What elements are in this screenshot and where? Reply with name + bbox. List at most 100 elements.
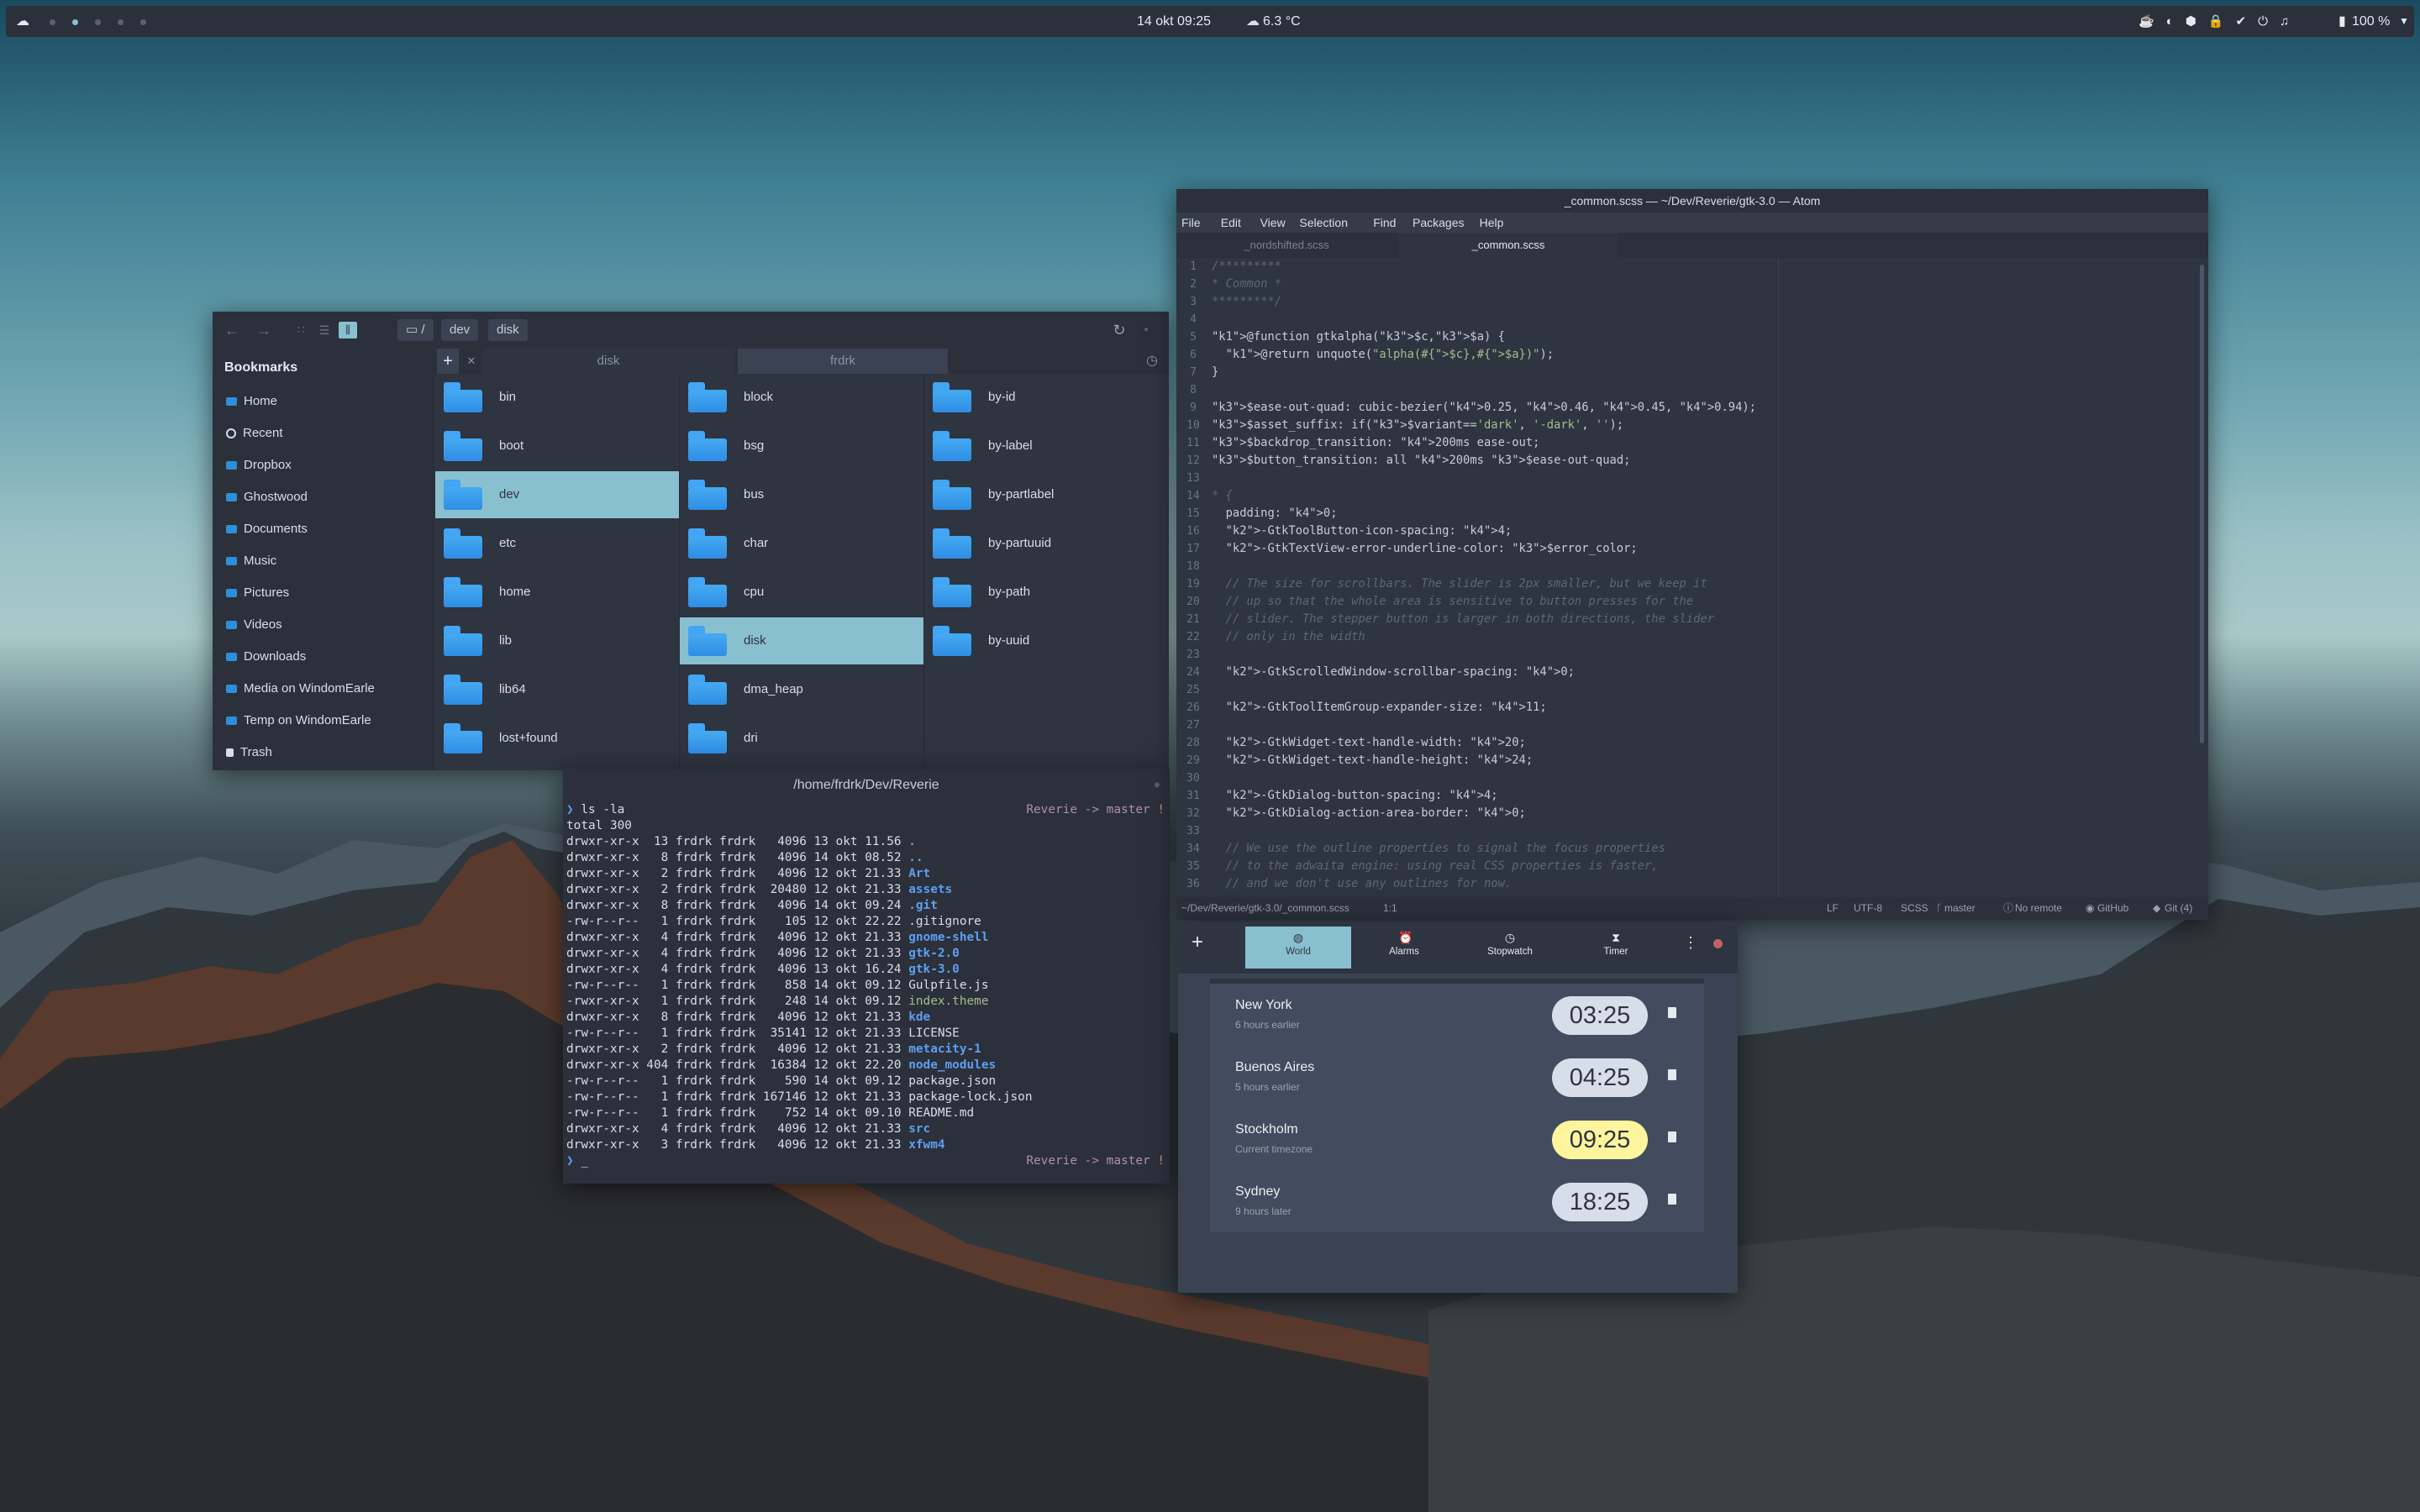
list-view-icon[interactable]: ☰	[315, 322, 334, 339]
trash-icon[interactable]	[1668, 1194, 1676, 1205]
world-clock-row[interactable]: Stockholm Current timezone 09:25	[1210, 1108, 1704, 1170]
line-number: 24	[1186, 666, 1200, 679]
tab-stopwatch[interactable]: ◷ Stopwatch	[1457, 927, 1563, 969]
close-tab-icon[interactable]: ✕	[460, 349, 482, 374]
close-icon[interactable]: ●	[1148, 777, 1166, 794]
breadcrumb-dev[interactable]: dev	[441, 319, 479, 341]
folder-item[interactable]: by-id	[924, 374, 1168, 421]
column-view-icon[interactable]: ⫼	[339, 322, 357, 339]
breadcrumb-root[interactable]: ▭ /	[397, 319, 434, 341]
status-github[interactable]: GitHub	[2097, 897, 2128, 920]
folder-item[interactable]: by-uuid	[924, 617, 1168, 664]
forward-icon[interactable]: →	[255, 322, 273, 339]
add-tab-icon[interactable]: +	[437, 349, 459, 374]
sidebar-item-documents[interactable]: Documents	[226, 520, 308, 538]
folder-item[interactable]: dri	[680, 715, 923, 762]
sidebar-item-pictures[interactable]: Pictures	[226, 584, 289, 602]
scrollbar[interactable]	[2200, 265, 2204, 743]
status-grammar[interactable]: SCSS	[1901, 897, 1928, 920]
tab-timer[interactable]: ⧗ Timer	[1563, 927, 1669, 969]
grid-view-icon[interactable]: ∷	[292, 322, 310, 339]
trash-icon[interactable]	[1668, 1007, 1676, 1018]
tab-frdrk[interactable]: frdrk	[738, 349, 948, 374]
refresh-icon[interactable]: ↻	[1110, 322, 1128, 339]
tab-nordshifted[interactable]: _nordshifted.scss	[1176, 233, 1397, 258]
sidebar-item-recent[interactable]: Recent	[226, 424, 283, 443]
tab-disk[interactable]: disk	[482, 349, 734, 374]
code-editor[interactable]: 1 /********* 2 * Common * 3 *********/ 4 5 "k1">…	[1176, 258, 2208, 897]
status-remote[interactable]: No remote	[2015, 897, 2062, 920]
sidebar-item-media[interactable]: Media on WindomEarle	[226, 680, 375, 698]
status-path[interactable]: ~/Dev/Reverie/gtk-3.0/_common.scss	[1181, 897, 1349, 920]
trash-icon[interactable]	[1668, 1131, 1676, 1142]
clock-date[interactable]: 14 okt 09:25	[1137, 6, 1211, 37]
line-number: 33	[1186, 825, 1200, 837]
folder-item[interactable]: dma_heap	[680, 666, 923, 713]
folder-item[interactable]: disk	[680, 617, 923, 664]
status-git[interactable]: Git (4)	[2165, 897, 2192, 920]
sidebar-item-videos[interactable]: Videos	[226, 616, 282, 634]
trash-icon[interactable]	[1668, 1069, 1676, 1080]
sidebar-item-home[interactable]: Home	[226, 392, 277, 411]
folder-item[interactable]: lib64	[435, 666, 679, 713]
terminal-line: -rw-r--r-- 1 frdrk frdrk 858 14 okt 09.1…	[566, 979, 989, 992]
folder-item[interactable]: cpu	[680, 569, 923, 616]
back-icon[interactable]: ←	[223, 322, 241, 339]
history-icon[interactable]: ◷	[1139, 349, 1165, 374]
breadcrumb-disk[interactable]: disk	[488, 319, 528, 341]
world-clock-row[interactable]: Buenos Aires 5 hours earlier 04:25	[1210, 1046, 1704, 1108]
weather-temp[interactable]: 6.3 °C	[1263, 6, 1301, 37]
terminal-window[interactable]: /home/frdrk/Dev/Reverie ● ❯ ls -la Reveri…	[563, 769, 1170, 1184]
world-clock-row[interactable]: Sydney 9 hours later 18:25	[1210, 1170, 1704, 1232]
sidebar-item-downloads[interactable]: Downloads	[226, 648, 306, 666]
folder-item[interactable]: etc	[435, 520, 679, 567]
menu-item-packages[interactable]: Packages	[1413, 213, 1464, 233]
sidebar-item-ghostwood[interactable]: Ghostwood	[226, 488, 308, 507]
status-branch[interactable]: master	[1944, 897, 1975, 920]
folder-item[interactable]: by-partlabel	[924, 471, 1168, 518]
menu-item-find[interactable]: Find	[1373, 213, 1396, 233]
world-clock-row[interactable]: New York 6 hours earlier 03:25	[1210, 984, 1704, 1046]
tray-icons[interactable]: ☕◐⬢🔒✔⏻♫	[2139, 6, 2301, 37]
folder-item[interactable]: by-label	[924, 423, 1168, 470]
folder-item[interactable]: by-path	[924, 569, 1168, 616]
sidebar-item-dropbox[interactable]: Dropbox	[226, 456, 292, 475]
line-number: 27	[1186, 719, 1200, 732]
menu-icon[interactable]: ⋮	[1682, 932, 1699, 953]
activities-icon[interactable]: ☁	[16, 6, 29, 37]
folder-name: by-label	[988, 438, 1033, 453]
status-eol[interactable]: LF	[1827, 897, 1839, 920]
menu-item-view[interactable]: View	[1260, 213, 1286, 233]
status-cursor[interactable]: 1:1	[1383, 897, 1397, 920]
sidebar-item-temp[interactable]: Temp on WindomEarle	[226, 711, 371, 730]
battery-icon: ▮	[2338, 14, 2346, 29]
tab-world[interactable]: ◍ World	[1245, 927, 1351, 969]
folder-item[interactable]: bus	[680, 471, 923, 518]
folder-item[interactable]: bin	[435, 374, 679, 421]
folder-item[interactable]: dev	[435, 471, 679, 518]
folder-item[interactable]: lib	[435, 617, 679, 664]
folder-item[interactable]: lost+found	[435, 715, 679, 762]
sidebar-item-music[interactable]: Music	[226, 552, 276, 570]
status-encoding[interactable]: UTF-8	[1854, 897, 1882, 920]
folder-item[interactable]: bsg	[680, 423, 923, 470]
menu-item-file[interactable]: File	[1181, 213, 1201, 233]
menu-item-edit[interactable]: Edit	[1221, 213, 1241, 233]
folder-item[interactable]: by-partuuid	[924, 520, 1168, 567]
folder-item[interactable]: char	[680, 520, 923, 567]
folder-item[interactable]: boot	[435, 423, 679, 470]
add-icon[interactable]: +	[1185, 930, 1210, 955]
folder-item[interactable]: block	[680, 374, 923, 421]
tab-alarms[interactable]: ⏰ Alarms	[1351, 927, 1457, 969]
menu-item-selection[interactable]: Selection	[1299, 213, 1348, 233]
menu-item-help[interactable]: Help	[1480, 213, 1504, 233]
tab-common[interactable]: _common.scss	[1398, 233, 1618, 258]
close-icon[interactable]	[1713, 939, 1723, 948]
sidebar-item-trash[interactable]: Trash	[226, 743, 272, 762]
clocks-window: + ◍ World ⏰ Alarms ◷ Stopwatch ⧗ Timer ⋮ New…	[1178, 921, 1738, 1293]
weather-icon[interactable]: ☁	[1246, 6, 1260, 37]
close-icon[interactable]: ●	[1137, 322, 1155, 339]
chevron-down-icon[interactable]: ▼	[2399, 6, 2409, 37]
folder-item[interactable]: home	[435, 569, 679, 616]
terminal-prompt[interactable]: ❯ _	[566, 1153, 588, 1169]
